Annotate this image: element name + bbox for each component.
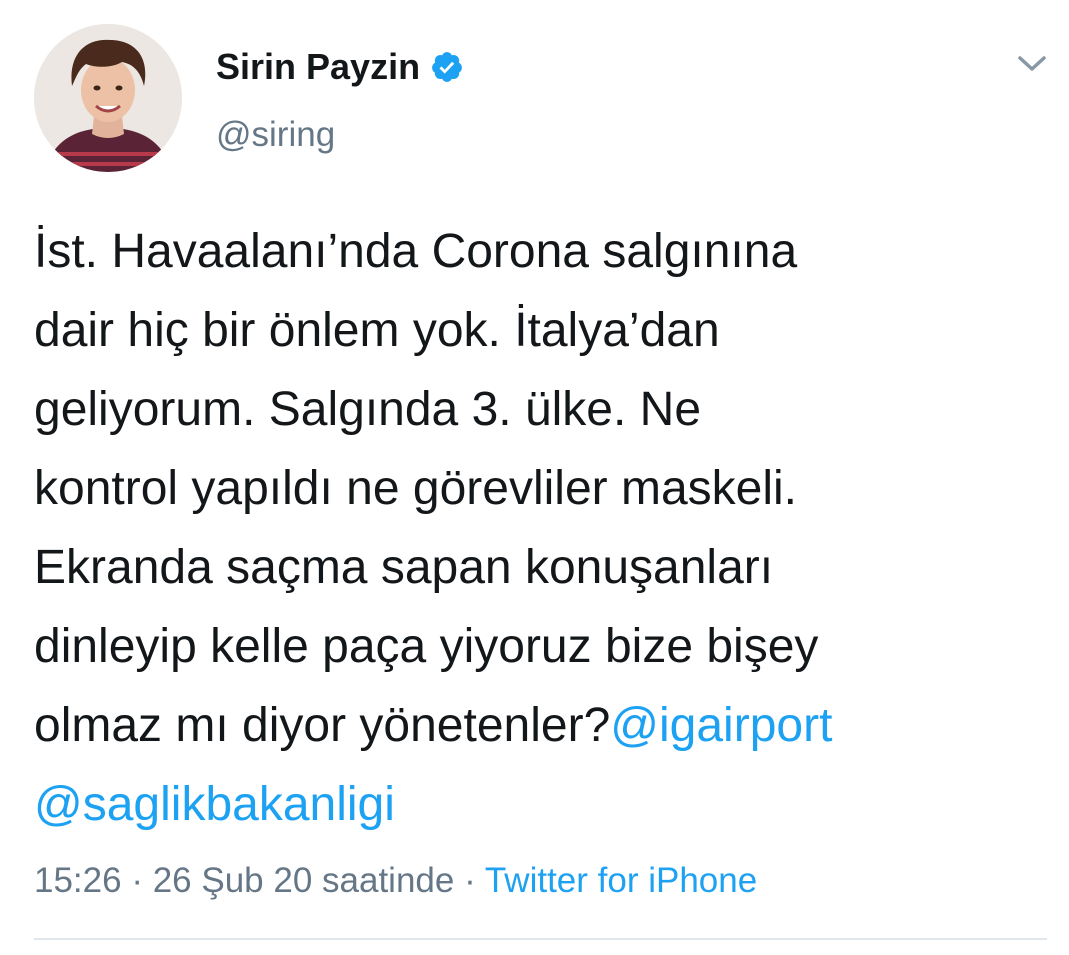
tweet-text: İst. Havaalanı’nda Corona salgınına dair… [34,212,1054,844]
tweet-line: dinleyip kelle paça yiyoruz bize bişey [34,620,819,673]
verified-badge-icon [430,50,464,84]
tweet-line: olmaz mı diyor yönetenler? [34,699,611,752]
tweet-line: İst. Havaalanı’nda Corona salgınına [34,225,798,278]
avatar[interactable] [34,24,182,172]
tweet-meta: 15:26 · 26 Şub 20 saatinde · Twitter for… [34,858,757,904]
divider [34,938,1047,940]
author-name-row[interactable]: Sirin Payzin [216,44,464,90]
meta-separator: · [131,861,143,900]
tweet-date[interactable]: 26 Şub 20 saatinde [153,861,455,900]
mention-link-igairport[interactable]: @igairport [610,699,832,752]
tweet-line: Ekranda saçma sapan konuşanları [34,541,774,594]
tweet-line-with-mention: olmaz mı diyor yönetenler?@igairport [34,686,1054,765]
avatar-photo [34,24,182,172]
display-name[interactable]: Sirin Payzin [216,44,420,90]
user-handle[interactable]: @siring [216,112,335,158]
tweet-line-mention: @saglikbakanligi [34,765,1054,844]
tweet-source-link[interactable]: Twitter for iPhone [485,861,757,900]
tweet-line: dair hiç bir önlem yok. İtalya’dan [34,304,720,357]
tweet-time[interactable]: 15:26 [34,861,122,900]
tweet-line: geliyorum. Salgında 3. ülke. Ne [34,383,702,436]
mention-link-saglikbakanligi[interactable]: @saglikbakanligi [34,778,395,831]
chevron-down-icon[interactable] [1012,48,1052,80]
tweet-line: kontrol yapıldı ne görevliler maskeli. [34,462,798,515]
meta-separator: · [464,861,476,900]
